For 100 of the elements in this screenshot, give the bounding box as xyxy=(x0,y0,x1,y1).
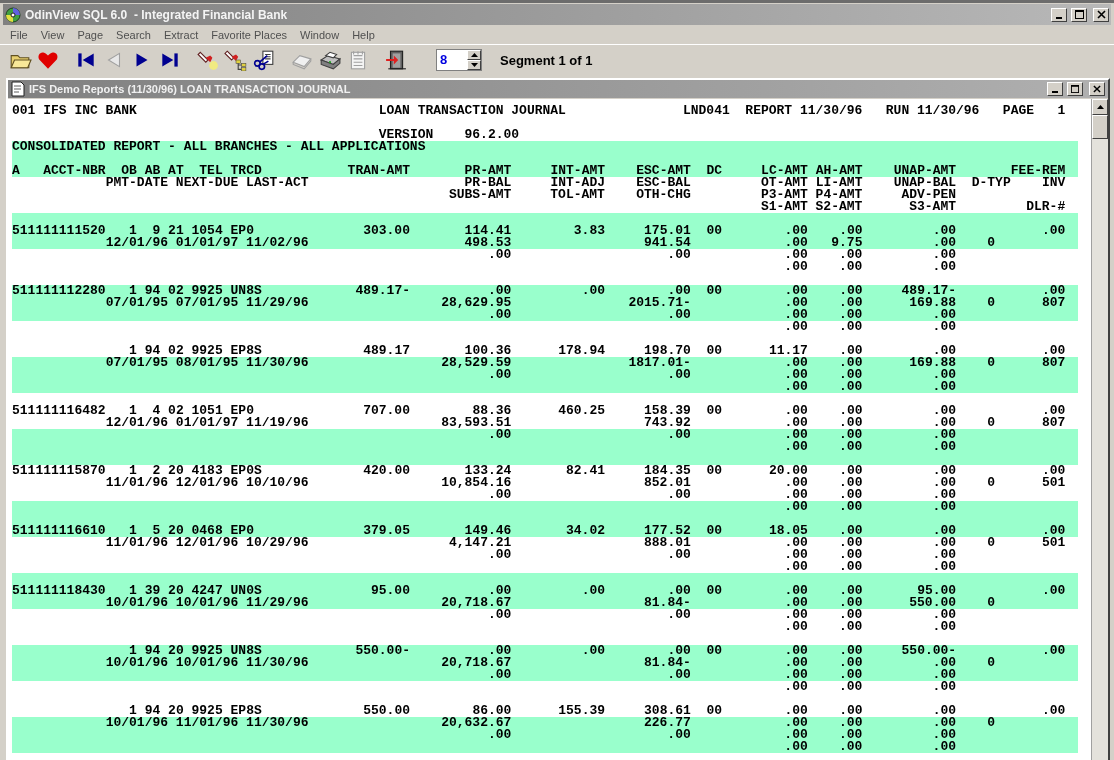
report-value: .00 xyxy=(784,235,808,250)
report-value: .00 xyxy=(932,415,957,430)
report-value: 420.00 xyxy=(363,463,410,478)
menu-item[interactable]: Window xyxy=(294,28,347,41)
report-value: .00 xyxy=(838,259,863,274)
report-value: 86.00 xyxy=(472,703,512,718)
report-value: 20,718.67 xyxy=(441,595,512,610)
report-value: 0 xyxy=(987,535,996,550)
flashlight-tree-icon[interactable] xyxy=(224,49,248,71)
report-value: .00 xyxy=(932,259,956,274)
flashlight-icon[interactable] xyxy=(196,49,220,71)
report-value: .00 xyxy=(839,595,863,610)
report-title: LOAN TRANSACTION JOURNAL xyxy=(378,103,566,118)
report-value: .00 xyxy=(784,715,808,730)
report-value: .00 xyxy=(784,727,808,742)
report-value: 20,718.67 xyxy=(441,655,512,670)
report-value: 21 xyxy=(168,223,184,238)
report-value: 00 xyxy=(706,463,723,478)
report-value: .00 xyxy=(932,703,957,718)
report-value: 4183 xyxy=(191,463,223,478)
report-value: 02 xyxy=(168,283,184,298)
menu-item[interactable]: Favorite Places xyxy=(205,28,294,41)
report-value: .00 xyxy=(1042,343,1066,358)
report-value: 11.17 xyxy=(768,343,808,358)
report-value: 1817.01- xyxy=(628,355,691,370)
report-value: .00 xyxy=(839,247,863,262)
report-value: 1 xyxy=(129,703,137,718)
report-value: .00 xyxy=(839,307,863,322)
scroll-thumb[interactable] xyxy=(1092,115,1108,139)
report-value: .00 xyxy=(932,319,956,334)
report-value: .00 xyxy=(667,643,691,658)
minimize-button[interactable] xyxy=(1047,82,1063,96)
close-button[interactable] xyxy=(1089,82,1105,96)
report-value: 2 xyxy=(152,463,161,478)
menu-item[interactable]: Search xyxy=(110,28,158,41)
report-value: .00 xyxy=(932,727,956,742)
spin-up-button[interactable] xyxy=(467,50,481,60)
report-value: 1 xyxy=(129,583,137,598)
report-value: .00 xyxy=(839,343,863,358)
report-value: .00 xyxy=(838,499,863,514)
report-value: 00 xyxy=(706,343,723,358)
report-value: .00 xyxy=(839,283,863,298)
maximize-button[interactable] xyxy=(1071,7,1087,22)
report-value: 114.41 xyxy=(464,223,512,238)
column-heading: ADV-PEN xyxy=(901,187,957,202)
report-value: .00 xyxy=(839,535,863,550)
report-value: 00 xyxy=(706,583,723,598)
report-value: .00 xyxy=(932,739,956,754)
report-value: 01/01/97 xyxy=(175,415,239,430)
report-value: 0 xyxy=(987,415,996,430)
column-heading: INV xyxy=(1041,175,1066,190)
column-heading: TEL xyxy=(199,163,223,178)
report-value: 07/01/95 xyxy=(175,295,239,310)
report-value: 9925 xyxy=(191,343,223,358)
maximize-button[interactable] xyxy=(1067,82,1083,96)
report-value: .00 xyxy=(932,463,957,478)
page-spin-field[interactable]: 8 xyxy=(436,49,482,71)
menu-item[interactable]: Page xyxy=(71,28,111,41)
report-value: 707.00 xyxy=(363,403,410,418)
report-value: .00 xyxy=(784,595,808,610)
report-value: 0 xyxy=(987,715,996,730)
column-heading: ESC-BAL xyxy=(636,175,691,190)
exit-door-icon[interactable] xyxy=(384,49,408,71)
heart-icon[interactable] xyxy=(36,49,60,71)
report-value: 12/01/96 xyxy=(175,535,239,550)
report-value: .00 xyxy=(838,319,863,334)
report-value: .00 xyxy=(581,583,606,598)
report-value: 133.24 xyxy=(464,463,512,478)
column-heading: P4-AMT xyxy=(815,187,863,202)
menu-item[interactable]: File xyxy=(4,28,35,41)
report-value: 18.05 xyxy=(768,523,808,538)
close-button[interactable] xyxy=(1093,7,1109,22)
report-value: 11/30/96 xyxy=(246,355,309,370)
report-value: .00 xyxy=(932,619,956,634)
maximize-icon xyxy=(1071,85,1079,93)
report-value: .00 xyxy=(784,439,808,454)
vertical-scrollbar[interactable] xyxy=(1091,99,1108,760)
scroll-up-button[interactable] xyxy=(1092,99,1108,115)
report-value: 10/01/96 xyxy=(105,715,169,730)
scissors-document-icon[interactable] xyxy=(252,49,276,71)
menu-item[interactable]: View xyxy=(34,28,72,41)
minimize-button[interactable] xyxy=(1051,7,1067,22)
report-value: 379.05 xyxy=(363,523,410,538)
report-value: 807 xyxy=(1041,415,1066,430)
menu-item[interactable]: Extract xyxy=(157,28,206,41)
menu-item[interactable]: Help xyxy=(346,28,382,41)
column-heading: NEXT-DUE xyxy=(175,175,239,190)
report-value: .00 xyxy=(784,643,808,658)
report-value: 00 xyxy=(706,703,723,718)
report-value: .00 xyxy=(667,727,691,742)
column-heading: AH-AMT xyxy=(815,163,863,178)
report-value: .00 xyxy=(784,703,808,718)
report-value: .00 xyxy=(932,235,957,250)
report-value: EP0 xyxy=(230,223,254,238)
report-value: 10/10/96 xyxy=(246,475,309,490)
spin-down-button[interactable] xyxy=(467,60,481,70)
report-value: .00 xyxy=(487,427,512,442)
printer-icon[interactable] xyxy=(318,49,342,71)
report-value: 550.00 xyxy=(363,703,410,718)
report-value: 10/01/96 xyxy=(105,655,169,670)
